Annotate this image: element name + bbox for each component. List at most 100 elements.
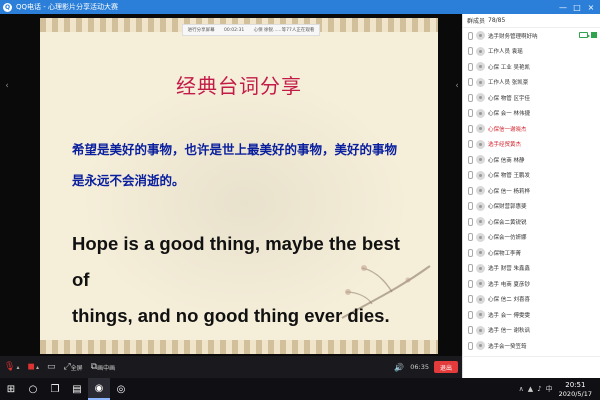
- mic-muted-icon: 🎙: [4, 362, 16, 372]
- avatar: [476, 217, 485, 227]
- participant-name: 心保会一仿妍娜: [488, 235, 527, 242]
- participant-row[interactable]: 心保 信商 林静: [463, 152, 600, 168]
- file-explorer-icon[interactable]: ▤: [66, 378, 88, 400]
- search-icon[interactable]: ○: [22, 378, 44, 400]
- participant-row[interactable]: 心保 信一 杨莉桦: [463, 183, 600, 199]
- participant-mic-icon: [468, 326, 473, 335]
- call-controls-bar: 🎙 ▴ ◼ ▴ ▭ ⤢ 全屏 ⧉ 画中画 🔊 06:35 退出: [0, 356, 462, 378]
- share-status-label: 进行分享屏幕: [187, 28, 215, 33]
- participant-name: 心保 工业 吴艳凯: [488, 64, 530, 71]
- minimize-button[interactable]: —: [556, 0, 570, 14]
- chrome-icon[interactable]: ◎: [110, 378, 132, 400]
- title-bar: Q QQ电话 - 心理影片分享活动大赛 — □ ×: [0, 0, 600, 14]
- avatar: [476, 294, 485, 304]
- participant-row[interactable]: 心保财营郭惠斐: [463, 199, 600, 215]
- participant-row[interactable]: 选手 信一 谢秋讽: [463, 323, 600, 339]
- slide-title: 经典台词分享: [176, 74, 302, 98]
- participant-name: 选手 会一 傅雯雯: [488, 312, 530, 319]
- volume-tray-icon[interactable]: ♪: [537, 385, 541, 393]
- participants-panel-footer: [462, 356, 600, 378]
- volume-icon[interactable]: 🔊: [394, 363, 404, 372]
- avatar: [476, 248, 485, 258]
- share-status-time: 00:02:31: [224, 27, 245, 33]
- pip-label: 画中画: [97, 364, 116, 372]
- exit-call-button[interactable]: 退出: [433, 361, 458, 373]
- avatar: [476, 170, 485, 180]
- participant-mic-icon: [468, 264, 473, 273]
- participant-name: 工作人员 张凯豪: [488, 80, 529, 87]
- participant-row[interactable]: 工作人员 袁瑶: [463, 44, 600, 60]
- slide-border-bottom: [40, 340, 438, 354]
- participant-mic-icon: [468, 202, 473, 211]
- participant-row[interactable]: 心保物工李菁: [463, 245, 600, 261]
- participant-row[interactable]: 工作人员 张凯豪: [463, 75, 600, 91]
- qq-logo-icon: Q: [3, 2, 12, 12]
- participant-row[interactable]: 心保 工业 吴艳凯: [463, 59, 600, 75]
- windows-taskbar: ⊞ ○ ❐ ▤ ◉ ◎ ∧ ▲ ♪ 中 20:51 2020/5/17: [0, 378, 600, 400]
- participant-mic-icon: [468, 171, 473, 180]
- participant-row[interactable]: 心保信一谢晓杰: [463, 121, 600, 137]
- participant-row[interactable]: 选手 会一 傅雯雯: [463, 307, 600, 323]
- participants-list: 选手财务管理啊好呐工作人员 袁瑶心保 工业 吴艳凯 工作人员 张凯豪心保 物管 区…: [463, 28, 600, 354]
- avatar: [476, 341, 485, 351]
- avatar: [476, 279, 485, 289]
- screen-share-indicator-icon: [591, 32, 597, 38]
- fullscreen-button[interactable]: ⤢ 全屏: [63, 362, 82, 372]
- participant-row[interactable]: 心保 物管 区宇佳: [463, 90, 600, 106]
- participant-mic-icon: [468, 78, 473, 87]
- participant-row[interactable]: 选手经贸黄杰: [463, 137, 600, 153]
- participant-row[interactable]: 选手 财营 朱鑫鑫: [463, 261, 600, 277]
- participant-mic-icon: [468, 310, 473, 319]
- participant-mic-icon: [468, 279, 473, 288]
- task-view-icon[interactable]: ❐: [44, 378, 66, 400]
- pip-button[interactable]: ⧉ 画中画: [91, 362, 115, 372]
- participant-mic-icon: [468, 93, 473, 102]
- window-title: QQ电话 - 心理影片分享活动大赛: [16, 3, 118, 11]
- windows-start-icon[interactable]: ⊞: [0, 378, 22, 400]
- participant-row[interactable]: 选手财务管理啊好呐: [463, 28, 600, 44]
- participant-name: 心保 信二 刘喜喜: [488, 297, 530, 304]
- participant-mic-icon: [468, 248, 473, 257]
- qq-taskbar-icon[interactable]: ◉: [88, 378, 110, 400]
- participant-row[interactable]: 选手会一癸笠筠: [463, 338, 600, 354]
- network-icon[interactable]: ▲: [528, 385, 533, 393]
- chevron-up-icon[interactable]: ▴: [16, 364, 19, 371]
- participant-mic-icon: [468, 140, 473, 149]
- participant-row[interactable]: 心保会一仿妍娜: [463, 230, 600, 246]
- collapse-right-icon[interactable]: ‹: [452, 76, 462, 96]
- avatar: [476, 77, 485, 87]
- camera-toggle[interactable]: ◼ ▴: [27, 362, 39, 372]
- window-controls: — □ ×: [556, 0, 598, 14]
- participant-mic-icon: [468, 155, 473, 164]
- video-camera-icon[interactable]: [579, 32, 590, 38]
- participant-name: 心保会二黄锐锐: [488, 219, 527, 226]
- chinese-quote: 希望是美好的事物，也许是世上最美好的事物，美好的事物 是永远不会消逝的。: [72, 134, 412, 196]
- participant-row[interactable]: 心保 物管 王鹏发: [463, 168, 600, 184]
- mic-toggle[interactable]: 🎙 ▴: [4, 362, 19, 372]
- maximize-button[interactable]: □: [570, 0, 584, 14]
- taskbar-clock[interactable]: 20:51 2020/5/17: [559, 381, 592, 398]
- collapse-left-icon[interactable]: ‹: [2, 76, 12, 96]
- participant-row[interactable]: 心保 信二 刘喜喜: [463, 292, 600, 308]
- avatar: [476, 201, 485, 211]
- tray-chevron-icon[interactable]: ∧: [519, 385, 524, 393]
- chinese-quote-line: 希望是美好的事物，也许是世上最美好的事物，美好的事物: [72, 142, 398, 157]
- fullscreen-icon: ⤢: [63, 362, 71, 372]
- chevron-up-icon[interactable]: ▴: [36, 364, 39, 371]
- close-button[interactable]: ×: [584, 0, 598, 14]
- share-screen-button[interactable]: ▭: [47, 362, 56, 372]
- participant-name: 心保 会一 林伟捷: [488, 111, 530, 118]
- participant-row[interactable]: 心保会二黄锐锐: [463, 214, 600, 230]
- participant-name: 心保 物管 王鹏发: [488, 173, 530, 180]
- participant-name: 选手财务管理啊好呐: [488, 33, 538, 40]
- share-status-viewers: 心保 徐锐......等77人正在观看: [253, 28, 315, 33]
- participant-row[interactable]: 选手 电商 夏彦钞: [463, 276, 600, 292]
- participant-row[interactable]: 心保 会一 林伟捷: [463, 106, 600, 122]
- avatar: [476, 325, 485, 335]
- participant-name: 心保物工李菁: [488, 250, 522, 257]
- participant-name: 选手 信一 谢秋讽: [488, 328, 530, 335]
- input-method-icon[interactable]: 中: [546, 384, 553, 394]
- avatar: [476, 93, 485, 103]
- participant-mic-icon: [468, 341, 473, 350]
- chinese-quote-line: 是永远不会消逝的。: [72, 173, 185, 188]
